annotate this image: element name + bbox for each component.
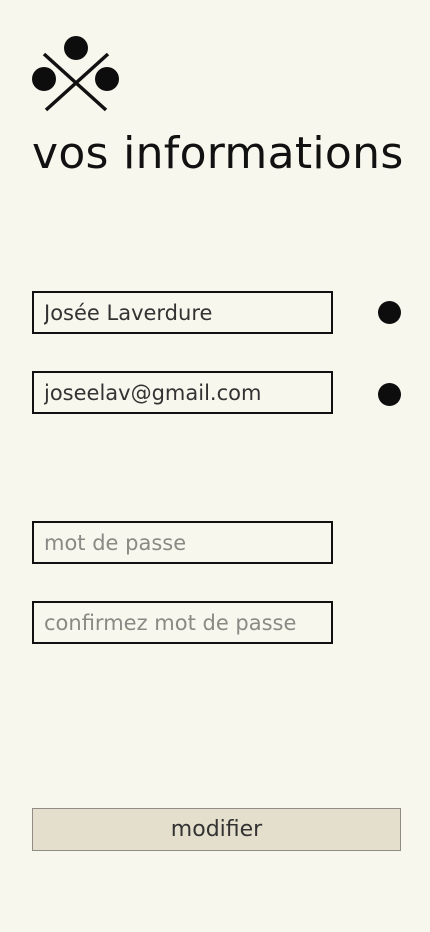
name-field[interactable]	[32, 291, 333, 334]
logo-dot-top	[64, 36, 88, 60]
logo-dot-left	[32, 67, 56, 91]
logo-icon	[32, 36, 119, 112]
email-status-dot-icon	[378, 383, 401, 406]
page-title: vos informations	[32, 128, 404, 179]
password-field[interactable]	[32, 521, 333, 564]
confirm-password-field[interactable]	[32, 601, 333, 644]
modify-button[interactable]: modifier	[32, 808, 401, 851]
logo-dot-right	[95, 67, 119, 91]
name-status-dot-icon	[378, 301, 401, 324]
email-field[interactable]	[32, 371, 333, 414]
